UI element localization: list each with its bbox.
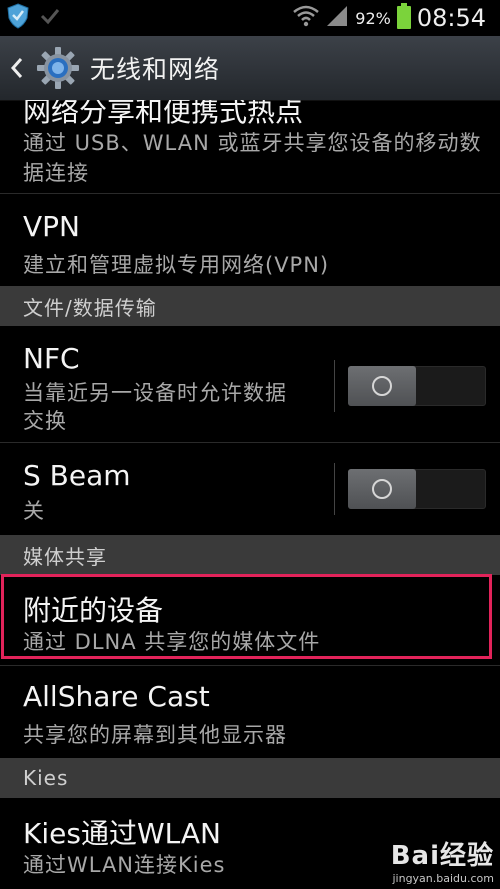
item-summary: 关 (23, 499, 45, 523)
clock: 08:54 (416, 4, 486, 32)
sbeam-toggle[interactable] (334, 463, 500, 515)
battery-icon (396, 3, 411, 33)
list-item-sbeam[interactable]: S Beam 关 (0, 443, 500, 535)
settings-list: 网络分享和便携式热点 通过 USB、WLAN 或蓝牙共享您设备的移动数据连接 V… (0, 100, 500, 889)
list-item-allshare-cast[interactable]: AllShare Cast 共享您的屏幕到其他显示器 (0, 666, 500, 758)
shield-icon (6, 3, 30, 33)
list-item-nearby-devices[interactable]: 附近的设备 通过 DLNA 共享您的媒体文件 (0, 575, 500, 665)
check-icon (40, 6, 60, 30)
item-summary: 通过 USB、WLAN 或蓝牙共享您设备的移动数据连接 (23, 131, 482, 185)
item-summary: 共享您的屏幕到其他显示器 (23, 723, 287, 747)
section-header-label: 文件/数据传输 (23, 295, 157, 320)
item-title: 网络分享和便携式热点 (23, 100, 304, 128)
section-header-kies: Kies (0, 758, 500, 798)
list-item-vpn[interactable]: VPN 建立和管理虚拟专用网络(VPN) (0, 194, 500, 284)
item-title: S Beam (23, 459, 131, 492)
section-header-file-transfer: 文件/数据传输 (0, 286, 500, 326)
section-header-media-share: 媒体共享 (0, 535, 500, 575)
toggle-separator (334, 360, 335, 412)
toggle-knob (348, 366, 416, 406)
item-summary: 通过WLAN连接Kies (23, 853, 226, 877)
item-title: NFC (23, 342, 80, 375)
settings-gear-icon (36, 46, 80, 90)
item-summary: 建立和管理虚拟专用网络(VPN) (23, 253, 330, 277)
nfc-toggle[interactable] (334, 360, 500, 412)
wifi-icon (293, 5, 320, 31)
list-item-nfc[interactable]: NFC 当靠近另一设备时允许数据 交换 (0, 326, 500, 442)
item-title: VPN (23, 210, 80, 243)
item-title: 附近的设备 (23, 594, 164, 627)
item-summary-line1: 当靠近另一设备时允许数据 (23, 381, 287, 405)
signal-icon (325, 5, 349, 31)
page-title: 无线和网络 (90, 55, 221, 84)
watermark-logo: Bai经验 (390, 841, 494, 871)
list-item-tethering[interactable]: 网络分享和便携式热点 通过 USB、WLAN 或蓝牙共享您设备的移动数据连接 (0, 100, 500, 192)
section-header-label: 媒体共享 (23, 544, 107, 569)
watermark: Bai经验 jingyan.baidu.com (391, 835, 494, 885)
battery-percent: 92% (355, 8, 391, 28)
action-bar: 无线和网络 (0, 36, 500, 101)
item-title: AllShare Cast (23, 680, 210, 713)
toggle-knob (348, 469, 416, 509)
item-title: Kies通过WLAN (23, 817, 221, 850)
back-arrow-icon[interactable] (0, 57, 34, 79)
watermark-url: jingyan.baidu.com (392, 872, 494, 885)
item-summary-line2: 交换 (23, 409, 67, 433)
item-summary: 通过 DLNA 共享您的媒体文件 (23, 630, 321, 654)
toggle-separator (334, 463, 335, 515)
section-header-label: Kies (23, 766, 69, 790)
status-bar: 92% 08:54 (0, 0, 500, 36)
